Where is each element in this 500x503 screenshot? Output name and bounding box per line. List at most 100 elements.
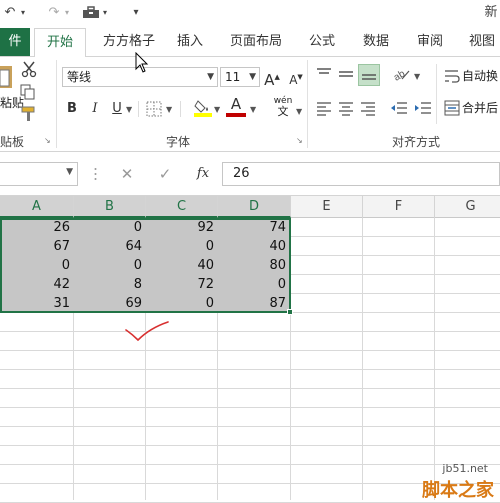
- align-center-icon[interactable]: [338, 100, 354, 116]
- decrease-indent-icon[interactable]: [390, 100, 408, 116]
- align-bottom-icon[interactable]: [358, 64, 380, 86]
- toolbox-dropdown-icon[interactable]: ▾: [100, 4, 110, 22]
- italic-button[interactable]: I: [88, 99, 102, 119]
- cell-a1[interactable]: 26: [0, 218, 73, 237]
- fill-color-icon[interactable]: [194, 98, 212, 118]
- check-annotation-icon: [124, 318, 170, 342]
- cell-a5[interactable]: 31: [0, 294, 73, 313]
- fill-handle[interactable]: [287, 309, 293, 315]
- tab-review[interactable]: 审阅: [408, 28, 452, 56]
- underline-dropdown-icon[interactable]: ▼: [126, 105, 132, 114]
- column-header-f[interactable]: F: [363, 196, 435, 218]
- font-group-label: 字体: [166, 135, 191, 149]
- mouse-cursor-icon: [135, 51, 149, 77]
- cell-d3[interactable]: 80: [218, 256, 289, 275]
- customize-quick-access-icon[interactable]: ▾: [130, 4, 142, 22]
- cell-c1[interactable]: 92: [146, 218, 217, 237]
- align-top-icon[interactable]: [316, 66, 332, 82]
- cell-d2[interactable]: 40: [218, 237, 289, 256]
- align-left-icon[interactable]: [316, 100, 332, 116]
- bold-button[interactable]: B: [64, 99, 80, 119]
- cell-c5[interactable]: 0: [146, 294, 217, 313]
- redo-dropdown-icon[interactable]: ▾: [62, 4, 72, 22]
- toolbox-icon[interactable]: [82, 6, 100, 19]
- font-launcher-icon[interactable]: ↘: [296, 136, 303, 145]
- shrink-font-button[interactable]: A▼: [286, 67, 306, 87]
- cell-a2[interactable]: 67: [0, 237, 73, 256]
- wrap-text-button[interactable]: 自动换: [462, 68, 498, 84]
- tab-file[interactable]: 件: [0, 28, 30, 56]
- cancel-icon[interactable]: ✕: [114, 162, 140, 186]
- font-size-combo[interactable]: 11 ▼: [220, 67, 260, 87]
- font-color-button[interactable]: A: [226, 96, 246, 118]
- tab-formulas[interactable]: 公式: [300, 28, 344, 56]
- tab-data[interactable]: 数据: [354, 28, 398, 56]
- phonetic-dropdown-icon[interactable]: ▼: [296, 107, 302, 116]
- cell-d4[interactable]: 0: [218, 275, 289, 294]
- group-separator: [56, 60, 57, 148]
- tab-view[interactable]: 视图: [462, 28, 500, 56]
- cell-b5[interactable]: 69: [74, 294, 145, 313]
- align-middle-icon[interactable]: [338, 66, 354, 82]
- paste-icon[interactable]: [0, 62, 12, 92]
- tab-insert[interactable]: 插入: [170, 28, 210, 56]
- font-size-dropdown-icon[interactable]: ▼: [249, 68, 256, 86]
- font-name-dropdown-icon[interactable]: ▼: [207, 68, 214, 86]
- fill-color-dropdown-icon[interactable]: ▼: [214, 105, 220, 114]
- tab-fangfang[interactable]: 方方格子: [94, 28, 164, 56]
- enter-icon[interactable]: ✓: [152, 162, 178, 186]
- name-box[interactable]: ▼: [0, 162, 78, 186]
- cell-c3[interactable]: 40: [146, 256, 217, 275]
- column-header-d[interactable]: D: [218, 196, 291, 218]
- clipboard-group-label: 贴板: [0, 135, 25, 149]
- clipboard-launcher-icon[interactable]: ↘: [44, 136, 51, 145]
- tab-home[interactable]: 开始: [34, 28, 86, 57]
- undo-dropdown-icon[interactable]: ▾: [18, 4, 28, 22]
- formula-bar-grip[interactable]: [94, 166, 97, 182]
- undo-icon[interactable]: ↶: [2, 4, 18, 22]
- formula-input[interactable]: 26: [222, 162, 500, 186]
- font-color-dropdown-icon[interactable]: ▼: [250, 105, 256, 114]
- cell-b1[interactable]: 0: [74, 218, 145, 237]
- phonetic-button[interactable]: wén 文: [272, 96, 294, 118]
- cell-b3[interactable]: 0: [74, 256, 145, 275]
- underline-button[interactable]: U: [110, 99, 124, 119]
- merge-center-button[interactable]: 合并后: [462, 100, 498, 116]
- window-title: 新: [484, 5, 498, 20]
- redo-icon[interactable]: ↷: [46, 4, 62, 22]
- cell-b4[interactable]: 8: [74, 275, 145, 294]
- column-header-a[interactable]: A: [0, 196, 74, 218]
- grow-font-button[interactable]: A▲: [262, 67, 282, 89]
- borders-icon[interactable]: [146, 101, 162, 117]
- title-bar: [0, 0, 500, 28]
- cell-d1[interactable]: 74: [218, 218, 289, 237]
- cell-a4[interactable]: 42: [0, 275, 73, 294]
- column-header-g[interactable]: G: [435, 196, 500, 218]
- cell-c4[interactable]: 72: [146, 275, 217, 294]
- font-name-value: 等线: [67, 70, 92, 84]
- format-painter-icon[interactable]: [20, 106, 38, 122]
- merge-center-icon[interactable]: [444, 100, 460, 116]
- orientation-dropdown-icon[interactable]: ▼: [414, 72, 420, 81]
- column-header-b[interactable]: B: [74, 196, 146, 218]
- name-box-dropdown-icon[interactable]: ▼: [66, 167, 73, 177]
- tab-page-layout[interactable]: 页面布局: [222, 28, 290, 56]
- cell-c2[interactable]: 0: [146, 237, 217, 256]
- cut-icon[interactable]: [20, 60, 38, 78]
- alignment-group-label: 对齐方式: [392, 135, 441, 149]
- column-header-e[interactable]: E: [291, 196, 363, 218]
- copy-icon[interactable]: [20, 84, 36, 100]
- font-size-value: 11: [225, 70, 241, 84]
- borders-dropdown-icon[interactable]: ▼: [166, 105, 172, 114]
- group-separator: [307, 60, 308, 148]
- column-header-c[interactable]: C: [146, 196, 218, 218]
- align-right-icon[interactable]: [360, 100, 376, 116]
- cell-b2[interactable]: 64: [74, 237, 145, 256]
- insert-function-icon[interactable]: fx: [190, 162, 216, 186]
- increase-indent-icon[interactable]: [414, 100, 432, 116]
- orientation-icon[interactable]: ab: [392, 66, 412, 84]
- wrap-text-icon[interactable]: [444, 68, 460, 84]
- cell-d5[interactable]: 87: [218, 294, 289, 313]
- watermark-logo: 脚本之家: [422, 480, 494, 501]
- cell-a3[interactable]: 0: [0, 256, 73, 275]
